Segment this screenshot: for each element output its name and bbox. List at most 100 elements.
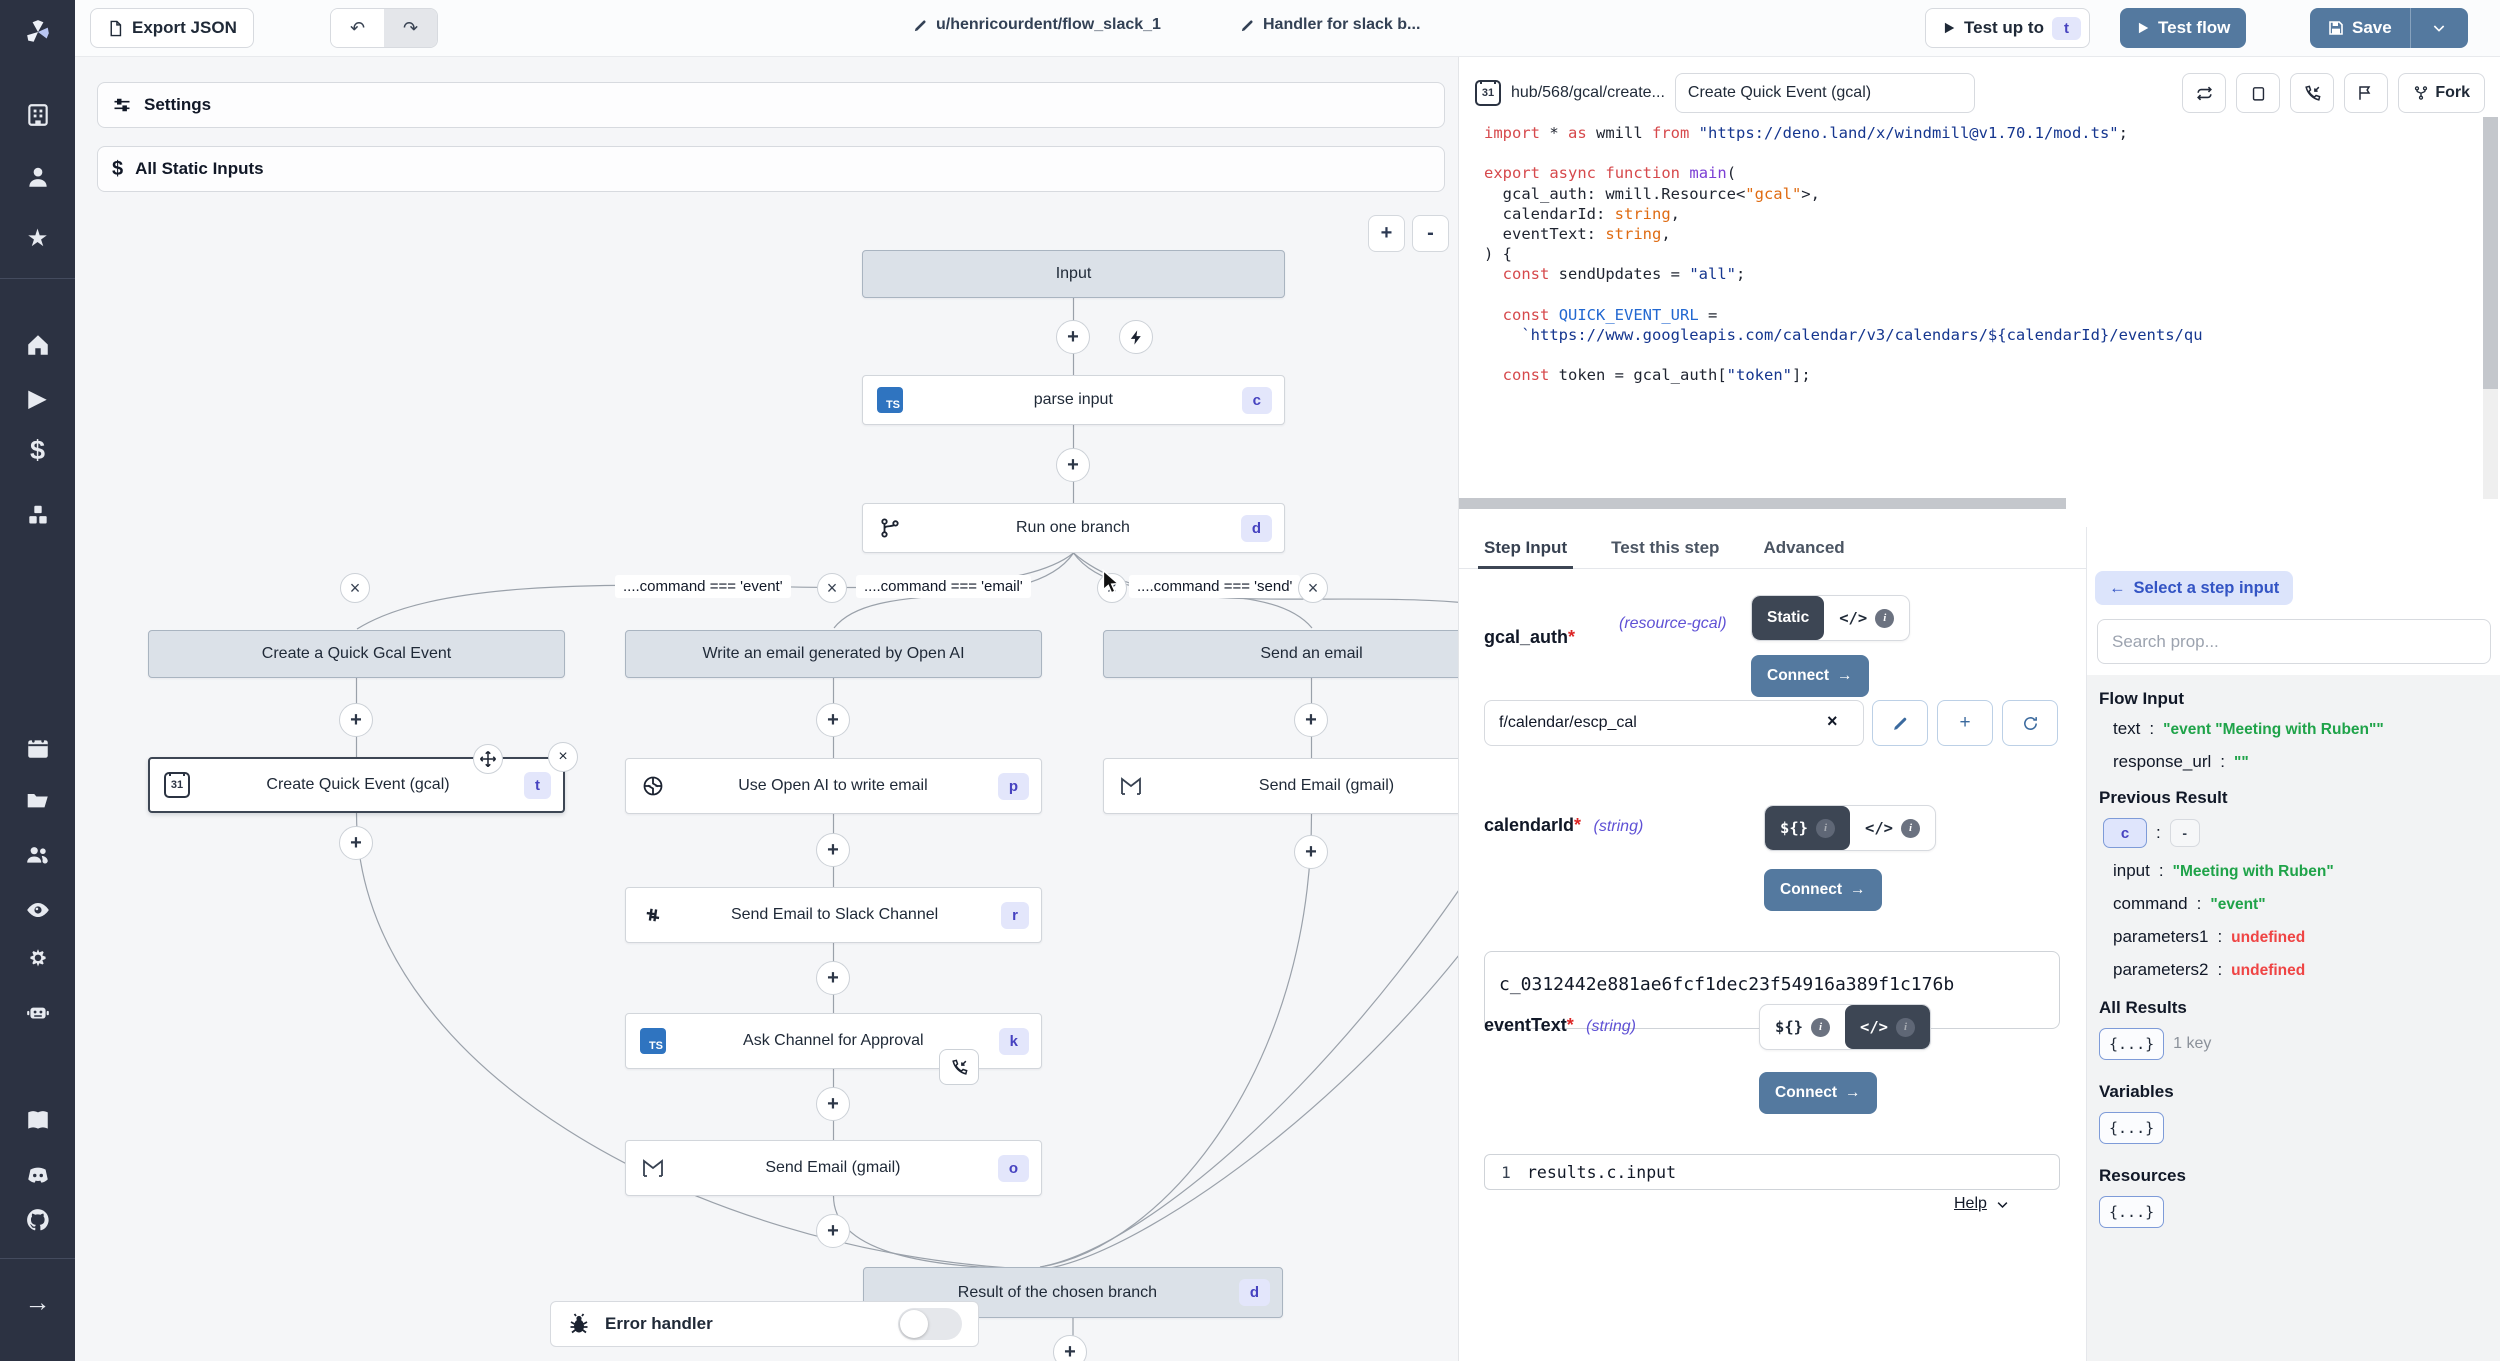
node-ask-channel-approval[interactable]: TS Ask Channel for Approval k bbox=[625, 1013, 1042, 1069]
help-link[interactable]: Help bbox=[1954, 1195, 2010, 1213]
node-send-email-gmail-1[interactable]: Send Email (gmail) bbox=[1103, 758, 1458, 814]
prop-row[interactable]: parameters2: undefined bbox=[2113, 960, 2490, 980]
tab-test-this-step[interactable]: Test this step bbox=[1611, 527, 1719, 568]
error-handler-bar[interactable]: Error handler bbox=[550, 1301, 979, 1347]
branch-condition-send[interactable]: ....command === 'send' bbox=[1129, 575, 1300, 598]
branch-node-gcal[interactable]: Create a Quick Gcal Event bbox=[148, 630, 565, 678]
remove-branch-button[interactable]: × bbox=[340, 573, 370, 603]
step-name-input[interactable] bbox=[1675, 73, 1975, 113]
save-button[interactable]: Save bbox=[2310, 8, 2410, 48]
add-step-button[interactable]: + bbox=[339, 703, 373, 737]
prop-row[interactable]: input: "Meeting with Ruben" bbox=[2113, 861, 2490, 881]
branch-node-email[interactable]: Write an email generated by Open AI bbox=[625, 630, 1042, 678]
info-icon[interactable]: i bbox=[1816, 819, 1835, 838]
suspend-phone-button[interactable] bbox=[2290, 73, 2334, 113]
user-icon[interactable] bbox=[0, 157, 75, 197]
add-resource-button[interactable]: + bbox=[1937, 700, 1993, 746]
node-send-email-slack[interactable]: Send Email to Slack Channel r bbox=[625, 887, 1042, 943]
prop-row[interactable]: parameters1: undefined bbox=[2113, 927, 2490, 947]
prop-row[interactable]: command: "event" bbox=[2113, 894, 2490, 914]
schedules-calendar-icon[interactable] bbox=[0, 728, 75, 768]
fork-button[interactable]: Fork bbox=[2398, 73, 2485, 113]
add-step-button[interactable]: + bbox=[339, 826, 373, 860]
node-parse-input[interactable]: TS parse input c bbox=[862, 375, 1285, 425]
info-icon[interactable]: i bbox=[1901, 819, 1920, 838]
edit-resource-button[interactable] bbox=[1872, 700, 1928, 746]
sleep-flag-button[interactable] bbox=[2344, 73, 2388, 113]
discord-icon[interactable] bbox=[0, 1155, 75, 1195]
expand-sidebar-arrow-icon[interactable]: → bbox=[0, 1282, 75, 1322]
audit-eye-icon[interactable] bbox=[0, 890, 75, 930]
add-trigger-bolt-button[interactable] bbox=[1119, 320, 1153, 354]
toggle-static[interactable]: Static bbox=[1752, 596, 1824, 640]
node-create-quick-event-selected[interactable]: 31 Create Quick Event (gcal) t bbox=[148, 757, 565, 813]
toggle-javascript[interactable]: </>i bbox=[1850, 806, 1935, 850]
add-step-button[interactable]: + bbox=[816, 1087, 850, 1121]
flow-canvas[interactable]: Settings $ All Static Inputs + - Input +… bbox=[75, 57, 1458, 1361]
node-use-openai[interactable]: Use Open AI to write email p bbox=[625, 758, 1042, 814]
error-handler-toggle[interactable] bbox=[898, 1308, 962, 1340]
add-step-button[interactable]: + bbox=[816, 961, 850, 995]
remove-branch-button[interactable]: × bbox=[817, 573, 847, 603]
select-step-input-button[interactable]: ← Select a step input bbox=[2095, 571, 2293, 605]
branch-condition-email[interactable]: ....command === 'email' bbox=[856, 575, 1031, 598]
add-step-button[interactable]: + bbox=[1056, 448, 1090, 482]
home-icon[interactable] bbox=[0, 325, 75, 365]
delete-node-button[interactable]: × bbox=[548, 742, 578, 772]
ai-robot-icon[interactable] bbox=[0, 992, 75, 1032]
refresh-resource-button[interactable] bbox=[2002, 700, 2058, 746]
windmill-logo-icon[interactable] bbox=[0, 12, 75, 52]
add-step-button[interactable]: + bbox=[1056, 320, 1090, 354]
box-button[interactable] bbox=[2236, 73, 2280, 113]
calendar-id-connect-button[interactable]: Connect→ bbox=[1764, 869, 1882, 911]
variables-dollar-icon[interactable]: $ bbox=[0, 430, 75, 470]
branch-node-send[interactable]: Send an email bbox=[1103, 630, 1458, 678]
add-step-button[interactable]: + bbox=[816, 833, 850, 867]
add-step-button[interactable]: + bbox=[816, 1214, 850, 1248]
all-static-inputs-bar[interactable]: $ All Static Inputs bbox=[97, 146, 1445, 192]
settings-gear-icon[interactable] bbox=[0, 940, 75, 980]
info-icon[interactable]: i bbox=[1811, 1018, 1830, 1037]
variables-expand-button[interactable]: {...} bbox=[2099, 1112, 2164, 1144]
add-step-button[interactable]: + bbox=[816, 703, 850, 737]
flow-path-breadcrumb[interactable]: u/henricourdent/flow_slack_1 bbox=[913, 16, 1161, 34]
zoom-in-button[interactable]: + bbox=[1368, 215, 1405, 252]
event-text-connect-button[interactable]: Connect→ bbox=[1759, 1072, 1877, 1114]
branch-condition-event[interactable]: ....command === 'event' bbox=[615, 575, 791, 598]
docs-book-icon[interactable] bbox=[0, 1100, 75, 1140]
step-id-chip[interactable]: c bbox=[2103, 818, 2147, 848]
export-json-button[interactable]: Export JSON bbox=[90, 8, 254, 48]
toggle-template[interactable]: ${}i bbox=[1765, 806, 1850, 850]
redo-button[interactable]: ↷ bbox=[384, 9, 437, 47]
workspace-icon[interactable] bbox=[0, 95, 75, 135]
node-run-one-branch[interactable]: Run one branch d bbox=[862, 503, 1285, 553]
favorites-star-icon[interactable]: ★ bbox=[0, 218, 75, 258]
add-step-button[interactable]: + bbox=[1294, 835, 1328, 869]
tab-step-input[interactable]: Step Input bbox=[1484, 527, 1567, 568]
toggle-javascript[interactable]: </>i bbox=[1824, 596, 1909, 640]
resource-path-input[interactable] bbox=[1484, 700, 1864, 746]
suspend-approval-phone-button[interactable] bbox=[939, 1049, 979, 1085]
gcal-auth-connect-button[interactable]: Connect→ bbox=[1751, 655, 1869, 697]
code-horizontal-scrollbar[interactable] bbox=[1459, 498, 2066, 509]
toggle-javascript[interactable]: </>i bbox=[1845, 1005, 1930, 1049]
move-node-handle[interactable] bbox=[473, 744, 503, 774]
undo-button[interactable]: ↶ bbox=[331, 9, 384, 47]
github-icon[interactable] bbox=[0, 1200, 75, 1240]
search-prop-input[interactable] bbox=[2097, 619, 2491, 664]
add-step-button[interactable]: + bbox=[1053, 1335, 1087, 1361]
tab-advanced[interactable]: Advanced bbox=[1763, 527, 1844, 568]
add-step-button[interactable]: + bbox=[1294, 703, 1328, 737]
all-results-expand-button[interactable]: {...} bbox=[2099, 1028, 2164, 1060]
node-flow-input[interactable]: Input bbox=[862, 250, 1285, 298]
prop-row[interactable]: text: "event "Meeting with Ruben"" bbox=[2113, 719, 2490, 739]
code-editor[interactable]: import * as wmill from "https://deno.lan… bbox=[1484, 123, 2474, 498]
save-dropdown-button[interactable] bbox=[2410, 8, 2468, 48]
toggle-template[interactable]: ${}i bbox=[1760, 1005, 1845, 1049]
groups-users-icon[interactable] bbox=[0, 835, 75, 875]
clear-resource-icon[interactable]: × bbox=[1827, 711, 1838, 732]
info-icon[interactable]: i bbox=[1896, 1018, 1915, 1037]
test-up-to-button[interactable]: Test up to t bbox=[1925, 8, 2090, 48]
info-icon[interactable]: i bbox=[1875, 609, 1894, 628]
resources-expand-button[interactable]: {...} bbox=[2099, 1196, 2164, 1228]
